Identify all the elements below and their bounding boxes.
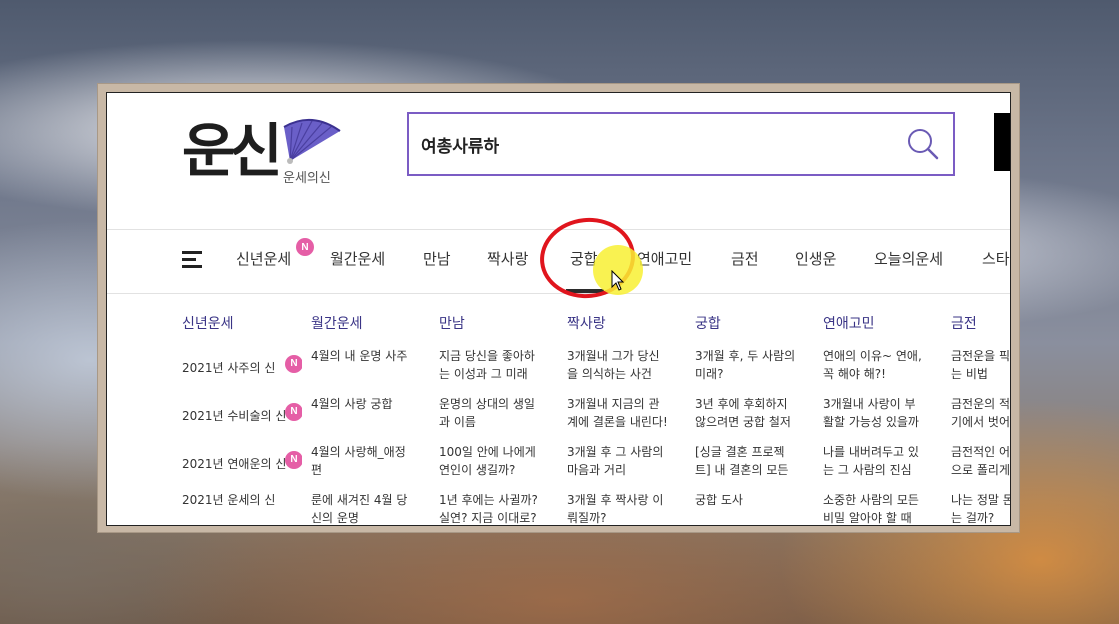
menu-link[interactable]: 연애의 이유~ 연애, 꼭 해야 해?! — [823, 347, 943, 395]
fan-icon — [283, 119, 341, 164]
menu-column-title[interactable]: 연애고민 — [823, 313, 943, 333]
nav-item-new-year[interactable]: 신년운세 N — [236, 238, 314, 269]
menu-column-title[interactable]: 월간운세 — [311, 313, 431, 333]
nav-divider — [107, 293, 1010, 294]
nav-item-star[interactable]: 스타 — [982, 248, 1010, 269]
menu-column-crush: 짝사랑 3개월내 그가 당신 을 의식하는 사건 3개월내 지금의 관 계에 결… — [567, 313, 687, 525]
menu-link[interactable]: 금전운의 적 기에서 벗어 — [951, 395, 1010, 443]
menu-link[interactable]: 100일 안에 나에게 연인이 생길까? — [439, 443, 559, 491]
logo-subtitle: 운세의신 — [283, 171, 331, 186]
menu-column-new-year: 신년운세 2021년 사주의 신 N 4월의 내 운명 사주 2021년 수비술… — [182, 313, 302, 525]
menu-column-title[interactable]: 금전 — [951, 313, 1010, 333]
nav-item-label: 신년운세 — [236, 250, 292, 268]
menu-link[interactable]: 3개월 후, 두 사람의 미래? — [695, 347, 815, 395]
menu-column-meeting: 만남 지금 당신을 좋아하 는 이성과 그 미래 운명의 상대의 생일 과 이름… — [439, 313, 559, 525]
menu-column-title[interactable]: 궁합 — [695, 313, 815, 333]
search-input[interactable] — [409, 114, 893, 174]
menu-link[interactable]: 금전운을 픽 는 비법 — [951, 347, 1010, 395]
menu-link[interactable]: 2021년 사주의 신 N — [182, 347, 302, 395]
new-badge: N — [285, 451, 302, 469]
menu-link[interactable]: 3개월내 지금의 관 계에 결론을 내린다! — [567, 395, 687, 443]
menu-link[interactable]: 3개월 후 그 사람의 마음과 거리 — [567, 443, 687, 491]
menu-link[interactable]: 4월의 내 운명 사주 2021년 수비술의 신 N — [182, 395, 302, 443]
menu-link[interactable]: 3년 후에 후회하지 않으려면 궁합 철저 — [695, 395, 815, 443]
menu-link[interactable]: 3개월 후 짝사랑 이 뤄질까? — [567, 491, 687, 525]
search-box — [407, 112, 955, 176]
menu-icon[interactable] — [182, 251, 202, 269]
menu-column-monthly: 월간운세 4월의 내 운명 사주 4월의 사랑 궁합 4월의 사랑해_애정 편 … — [311, 313, 431, 525]
mouse-cursor-icon — [611, 270, 625, 291]
nav-item-money[interactable]: 금전 — [731, 248, 759, 269]
nav-item-love-worries[interactable]: 연애고민 — [637, 248, 692, 269]
nav-item-crush[interactable]: 짝사랑 — [487, 248, 528, 269]
search-button[interactable] — [893, 114, 953, 174]
menu-link[interactable]: 3개월내 그가 당신 을 의식하는 사건 — [567, 347, 687, 395]
browser-frame: 운신 운세의신 여총사류하 신년운세 N 월간운세 만남 짝사랑 궁합 연애고민… — [97, 83, 1020, 533]
menu-link[interactable]: 2021년 운세의 신 — [182, 491, 302, 525]
menu-link[interactable]: 4월의 내 운명 사주 — [311, 347, 431, 395]
menu-link[interactable]: 나를 내버려두고 있 는 그 사람의 진심 — [823, 443, 943, 491]
menu-link[interactable]: 4월의 사랑 궁합 — [311, 395, 431, 443]
new-badge: N — [285, 355, 302, 373]
logo-text: 운신 — [182, 117, 283, 185]
menu-link[interactable]: [싱글 결혼 프로젝 트] 내 결혼의 모든 — [695, 443, 815, 491]
nav-item-meeting[interactable]: 만남 — [423, 248, 451, 269]
website: 운신 운세의신 여총사류하 신년운세 N 월간운세 만남 짝사랑 궁합 연애고민… — [106, 92, 1011, 526]
menu-link[interactable]: 궁합 도사 — [695, 491, 815, 525]
header-dark-block — [994, 113, 1010, 171]
nav-item-today[interactable]: 오늘의운세 — [874, 248, 943, 269]
new-badge: N — [296, 238, 314, 256]
menu-link[interactable]: 금전적인 어 으로 폴리게 — [951, 443, 1010, 491]
menu-column-title[interactable]: 짝사랑 — [567, 313, 687, 333]
menu-link[interactable]: 룬에 새겨진 4월 당 신의 운명 — [311, 491, 431, 525]
menu-link[interactable]: 2021년 연애운의 신 N — [182, 443, 302, 491]
new-badge: N — [285, 403, 302, 421]
menu-link[interactable]: 지금 당신을 좋아하 는 이성과 그 미래 — [439, 347, 559, 395]
menu-link[interactable]: 3개월내 사랑이 부 활할 가능성 있을까 — [823, 395, 943, 443]
menu-column-compatibility: 궁합 3개월 후, 두 사람의 미래? 3년 후에 후회하지 않으려면 궁합 철… — [695, 313, 815, 525]
site-logo[interactable]: 운신 운세의신 — [182, 111, 352, 201]
menu-column-money: 금전 금전운을 픽 는 비법 금전운의 적 기에서 벗어 금전적인 어 으로 폴… — [951, 313, 1010, 525]
menu-link[interactable]: 1년 후에는 사귈까? 실연? 지금 이대로? — [439, 491, 559, 525]
nav-item-monthly[interactable]: 월간운세 — [330, 248, 385, 269]
menu-column-title[interactable]: 만남 — [439, 313, 559, 333]
nav-item-life[interactable]: 인생운 — [795, 248, 836, 269]
menu-link[interactable]: 4월의 사랑해_애정 편 — [311, 443, 431, 491]
menu-link[interactable]: 나는 정말 돈 는 걸까? — [951, 491, 1010, 525]
menu-link[interactable]: 소중한 사람의 모든 비밀 알아야 할 때 — [823, 491, 943, 525]
menu-column-love-worries: 연애고민 연애의 이유~ 연애, 꼭 해야 해?! 3개월내 사랑이 부 활할 … — [823, 313, 943, 525]
menu-link[interactable]: 운명의 상대의 생일 과 이름 — [439, 395, 559, 443]
search-icon — [908, 129, 939, 160]
menu-column-title[interactable]: 신년운세 — [182, 313, 302, 333]
